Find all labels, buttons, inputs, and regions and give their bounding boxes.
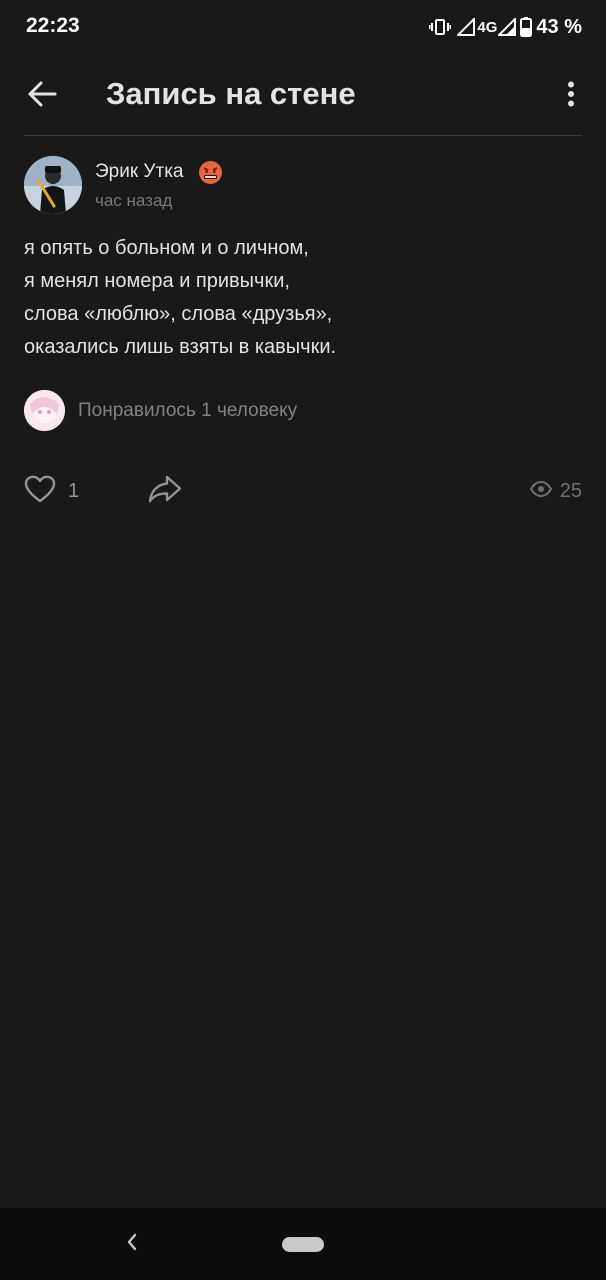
status-bar: 22:23 4G 43 % [0, 0, 606, 54]
author-avatar[interactable] [24, 156, 82, 214]
post-text-line: я менял номера и привычки, [24, 270, 290, 292]
eye-icon [529, 480, 552, 502]
views-count: 25 [559, 479, 582, 502]
heart-icon [24, 475, 56, 508]
vibrate-icon [429, 18, 452, 36]
post-text-line: я опять о больном и о личном, [24, 237, 309, 259]
back-button[interactable] [20, 74, 64, 118]
likes-summary[interactable]: Понравилось 1 человеку [78, 400, 297, 422]
nav-home-pill[interactable] [282, 1237, 324, 1252]
network-type: 4G [477, 18, 498, 36]
more-vertical-icon [567, 81, 575, 112]
share-arrow-icon [148, 475, 182, 508]
like-button[interactable]: 1 [24, 474, 79, 508]
battery-icon [520, 17, 533, 37]
battery-level: 43 % [536, 15, 582, 38]
status-time: 22:23 [26, 14, 80, 37]
post-time: час назад [95, 191, 173, 210]
status-icons: 4G 43 % [429, 14, 582, 40]
chevron-left-icon [126, 1233, 138, 1256]
angry-face-emoji-icon [199, 161, 222, 184]
like-count: 1 [68, 479, 80, 502]
post-text-line: оказались лишь взяты в кавычки. [24, 336, 337, 358]
nav-back-button[interactable] [118, 1230, 146, 1258]
author-name[interactable]: Эрик Утка [95, 161, 184, 183]
liker-avatar[interactable] [24, 390, 65, 431]
system-nav-bar [0, 1208, 606, 1280]
post-text-line: слова «люблю», слова «друзья», [24, 303, 333, 325]
more-button[interactable] [556, 74, 586, 118]
post-text: я опять о больном и о личном, я менял но… [24, 232, 584, 364]
signal-icon [457, 18, 476, 36]
share-button[interactable] [148, 474, 184, 508]
signal-4g-icon [498, 18, 517, 36]
header-divider [24, 135, 582, 136]
arrow-left-icon [27, 81, 57, 112]
page-title: Запись на стене [106, 76, 356, 111]
screen: 22:23 4G 43 % Запись на стене Эрик Утка … [0, 0, 606, 1280]
views-counter: 25 [529, 474, 582, 508]
header: Запись на стене [0, 60, 606, 134]
